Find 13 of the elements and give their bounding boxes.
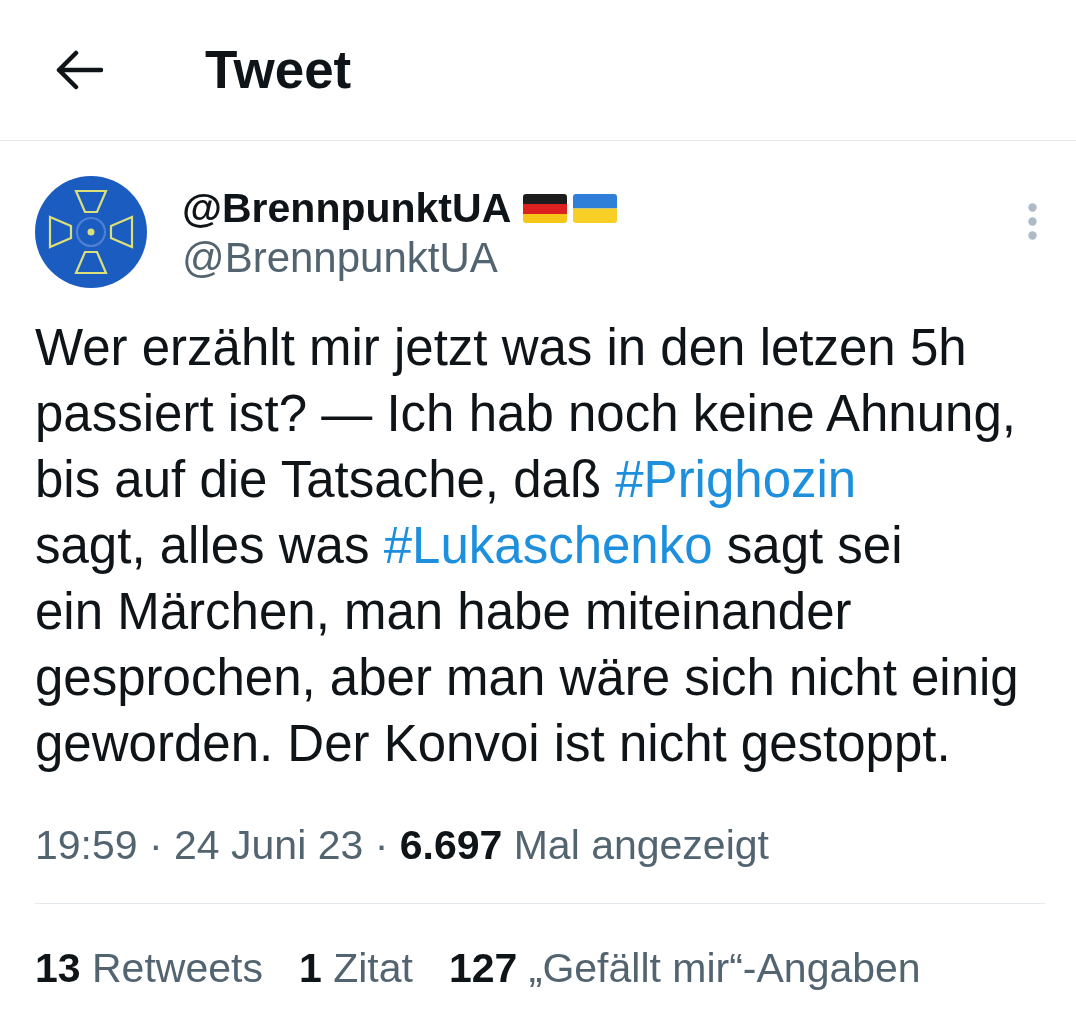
tweet-meta: 19:59 · 24 Juni 23 · 6.697 Mal angezeigt bbox=[35, 821, 769, 870]
username: @BrennpunktUA bbox=[182, 233, 498, 283]
stat-link[interactable]: 127 „Gefällt mir“-Angaben bbox=[448, 943, 921, 993]
page-title: Tweet bbox=[205, 40, 352, 100]
avatar-emblem-icon[interactable] bbox=[35, 176, 147, 288]
back-arrow-icon bbox=[55, 50, 103, 90]
tweet-text: Wer erzählt mir jetzt was in den letzen 5h passiert ist? — Ich hab noch keine Ahnung, bis auf die Tatsache, daß #Prighozin sagt, alles was #Lukaschenko sagt sei ein Märchen, man habe miteinander gesprochen, aber man wäre sich nicht einig geworden. Der Konvoi ist nicht gestoppt. bbox=[35, 318, 1020, 774]
stat-link[interactable]: 13 Retweets bbox=[35, 943, 263, 993]
germany-flag-icon bbox=[522, 192, 569, 224]
more-icon bbox=[1027, 202, 1037, 240]
stat-link[interactable]: 1 Zitat bbox=[298, 943, 413, 993]
display-name: @BrennpunktUA bbox=[182, 184, 512, 233]
ukraine-flag-icon bbox=[572, 192, 619, 224]
